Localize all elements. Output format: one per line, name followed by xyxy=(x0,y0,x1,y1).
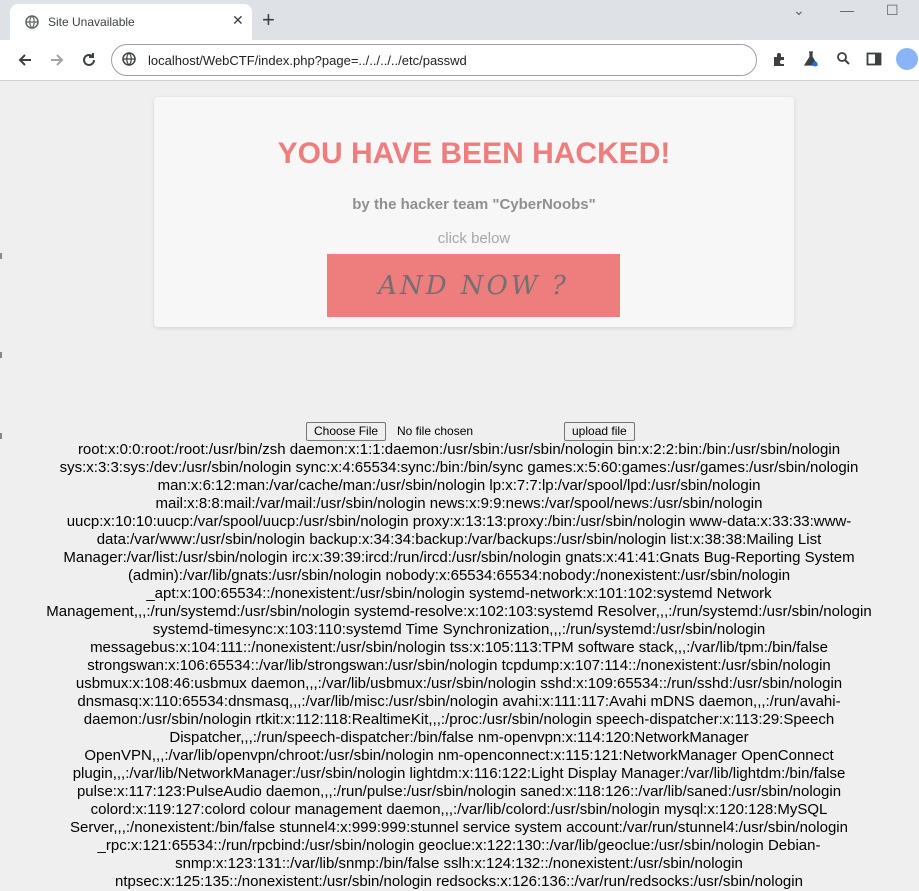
passwd-line: uucp:x:10:10:uucp:/var/spool/uucp:/usr/s… xyxy=(66,513,852,530)
globe-icon xyxy=(25,15,39,29)
passwd-line: plugin,,,:/var/lib/NetworkManager:/usr/s… xyxy=(72,765,846,782)
hacked-headline: YOU HAVE BEEN HACKED! xyxy=(277,137,671,170)
passwd-line: data:/var/www:/usr/sbin/nologin backup:x… xyxy=(96,531,822,548)
lab-flask-icon[interactable] xyxy=(803,51,819,67)
passwd-line: Manager:/var/list:/usr/sbin/nologin irc:… xyxy=(63,549,855,566)
passwd-line: mail:x:8:8:mail:/var/mail:/usr/sbin/nolo… xyxy=(155,495,763,512)
reload-icon xyxy=(83,53,95,66)
new-tab-button[interactable]: + xyxy=(262,6,275,34)
forward-arrow-icon xyxy=(51,54,64,66)
tab-strip: Site Unavailable ✕ + ⌄ — ☐ xyxy=(0,0,919,40)
tab-search-icon[interactable]: ⌄ xyxy=(793,2,805,19)
browser-tab[interactable]: Site Unavailable ✕ xyxy=(10,4,252,40)
passwd-line: Server,,,:/nonexistent:/bin/false stunne… xyxy=(70,819,848,836)
tab-title: Site Unavailable xyxy=(48,15,135,29)
passwd-line: OpenVPN,,,:/var/lib/openvpn/chroot:/usr/… xyxy=(84,747,834,764)
passwd-line: man:x:6:12:man:/var/cache/man:/usr/sbin/… xyxy=(157,477,761,494)
passwd-line: snmp:x:123:131::/var/lib/snmp:/bin/false… xyxy=(175,855,743,872)
passwd-line: _apt:x:100:65534::/nonexistent:/usr/sbin… xyxy=(146,585,772,602)
side-panel-icon[interactable] xyxy=(866,51,882,67)
address-bar[interactable]: localhost/WebCTF/index.php?page=../../..… xyxy=(111,44,757,76)
reload-button[interactable] xyxy=(78,49,100,71)
background-window-edge xyxy=(0,253,2,259)
url-text: localhost/WebCTF/index.php?page=../../..… xyxy=(148,53,467,68)
passwd-line: (admin):/var/lib/gnats:/usr/sbin/nologin… xyxy=(127,567,791,584)
forward-button[interactable] xyxy=(46,49,68,71)
passwd-line: Management,,,:/run/systemd:/usr/sbin/nol… xyxy=(46,603,872,620)
passwd-line: messagebus:x:104:111::/nonexistent:/usr/… xyxy=(90,639,828,656)
passwd-line: strongswan:x:106:65534::/var/lib/strongs… xyxy=(87,657,831,674)
maximize-button[interactable]: ☐ xyxy=(886,2,899,19)
browser-toolbar: localhost/WebCTF/index.php?page=../../..… xyxy=(0,40,919,81)
click-below-text: click below xyxy=(437,230,511,247)
passwd-line: root:x:0:0:root:/root:/usr/bin/zsh daemo… xyxy=(77,441,841,458)
back-button[interactable] xyxy=(14,49,36,71)
hacked-banner-card: YOU HAVE BEEN HACKED! by the hacker team… xyxy=(154,97,794,327)
passwd-line: pulse:x:117:123:PulseAudio daemon,,,:/ru… xyxy=(76,783,842,800)
upload-file-button[interactable]: upload file xyxy=(564,422,635,441)
passwd-file-contents: root:x:0:0:root:/root:/usr/bin/zsh daemo… xyxy=(12,441,906,891)
passwd-line: ntpsec:x:125:135::/nonexistent:/usr/sbin… xyxy=(115,873,803,890)
zoom-search-icon[interactable] xyxy=(836,51,850,65)
background-window-edge xyxy=(0,433,2,439)
no-file-chosen-text: No file chosen xyxy=(397,424,474,438)
profile-avatar[interactable] xyxy=(896,48,918,70)
hacker-team-subtitle: by the hacker team "CyberNoobs" xyxy=(352,196,596,213)
passwd-line: usbmux:x:108:46:usbmux daemon,,,:/var/li… xyxy=(75,675,843,692)
passwd-line: systemd-timesync:x:103:110:systemd Time … xyxy=(152,621,766,638)
site-info-icon[interactable] xyxy=(122,52,136,66)
passwd-line: dnsmasq:x:110:65534:dnsmasq,,,:/var/lib/… xyxy=(77,693,841,710)
tab-close-icon[interactable]: ✕ xyxy=(232,12,244,29)
minimize-button[interactable]: — xyxy=(840,2,854,18)
passwd-line: sys:x:3:3:sys:/dev:/usr/sbin/nologin syn… xyxy=(59,459,859,476)
back-arrow-icon xyxy=(18,54,31,66)
passwd-line: colord:x:119:127:colord colour managemen… xyxy=(90,801,828,818)
passwd-line: _rpc:x:121:65534::/run/rpcbind:/usr/sbin… xyxy=(97,837,821,854)
passwd-line: daemon:/usr/sbin/nologin rtkit:x:112:118… xyxy=(83,711,835,728)
and-now-button[interactable]: AND NOW ? xyxy=(327,254,620,317)
background-window-edge xyxy=(0,352,2,358)
extensions-icon[interactable] xyxy=(771,51,787,67)
choose-file-button[interactable]: Choose File xyxy=(306,422,387,441)
passwd-line: Dispatcher,,,:/run/speech-dispatcher:/bi… xyxy=(169,729,749,746)
